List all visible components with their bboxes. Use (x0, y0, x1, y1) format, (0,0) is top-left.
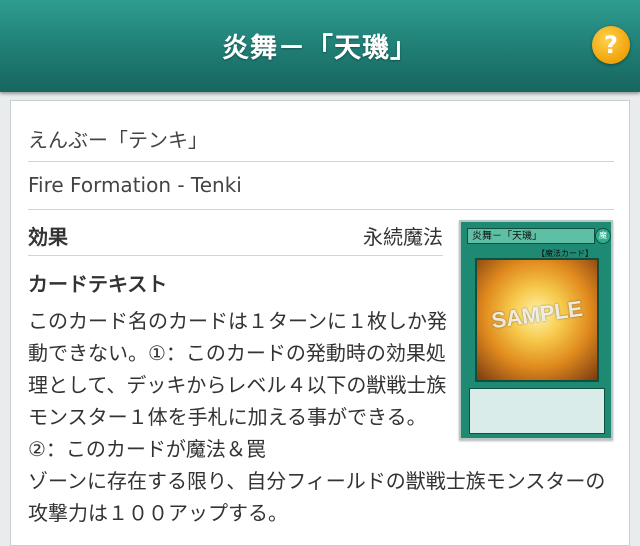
card-text-label: カードテキスト (28, 272, 168, 296)
card-text: このカード名のカードは１ターンに１枚しか発動できない。①：このカードの発動時の効… (28, 309, 447, 461)
card-text-continued: ゾーンに存在する限り、自分フィールドの獣戦士族モンスターの攻撃力は１００アップす… (28, 469, 606, 525)
card-name-kana: えんぶー「テンキ」 (28, 128, 208, 152)
attribute-icon: 魔 (595, 228, 611, 244)
page-title: 炎舞－「天璣」 (222, 33, 418, 64)
effect-value: 永続魔法 (363, 225, 443, 249)
card-name-en: Fire Formation - Tenki (28, 173, 242, 197)
divider (28, 209, 614, 210)
card-image-name: 炎舞－「天璣」 (467, 228, 595, 244)
divider (28, 255, 443, 256)
card-text-box (469, 388, 605, 434)
card-artwork: SAMPLE (475, 258, 599, 382)
help-button[interactable]: ? (592, 26, 630, 64)
effect-label: 効果 (28, 225, 68, 249)
card-image[interactable]: 炎舞－「天璣」 魔 【魔法カード】 SAMPLE (459, 220, 613, 440)
divider (28, 161, 614, 162)
card-detail-panel: えんぶー「テンキ」 Fire Formation - Tenki 効果 永続魔法… (10, 100, 630, 546)
app-header: 炎舞－「天璣」 ? (0, 0, 640, 92)
sample-watermark: SAMPLE (489, 295, 585, 334)
